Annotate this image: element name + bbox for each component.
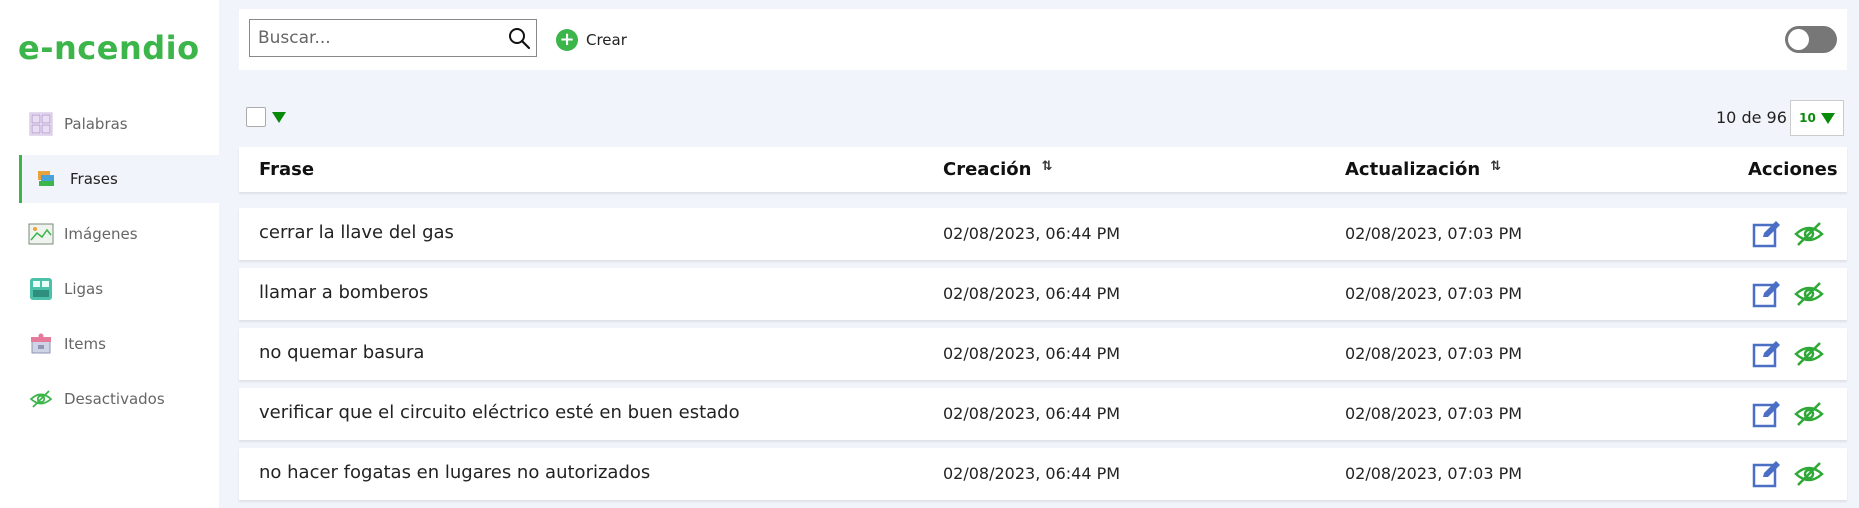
sidebar: e-ncendio Palabras Frases Imágenes Ligas… <box>0 0 219 508</box>
cell-actualizacion: 02/08/2023, 07:03 PM <box>1345 464 1523 483</box>
table-row[interactable]: verificar que el circuito eléctrico esté… <box>239 388 1847 440</box>
cell-frase: cerrar la llave del gas <box>259 222 454 243</box>
table-row[interactable]: llamar a bomberos 02/08/2023, 06:44 PM 0… <box>239 268 1847 320</box>
create-button-label: Crear <box>586 31 627 49</box>
sidebar-item-label: Items <box>64 335 106 353</box>
sidebar-item-imagenes[interactable]: Imágenes <box>19 210 219 258</box>
phrase-cards-icon <box>34 166 60 192</box>
column-label: Acciones <box>1748 159 1838 180</box>
cell-frase: no quemar basura <box>259 342 425 363</box>
cell-creacion: 02/08/2023, 06:44 PM <box>943 344 1121 363</box>
per-page-value: 10 <box>1799 111 1816 125</box>
create-button[interactable]: + Crear <box>556 28 627 52</box>
items-box-icon <box>28 331 54 357</box>
cell-frase: llamar a bomberos <box>259 282 429 303</box>
app-logo[interactable]: e-ncendio <box>18 26 200 70</box>
eye-slash-icon[interactable] <box>1794 460 1824 488</box>
eye-slash-icon <box>28 386 54 412</box>
column-header-actualizacion[interactable]: Actualización ⇅ <box>1345 159 1501 180</box>
column-header-creacion[interactable]: Creación ⇅ <box>943 159 1052 180</box>
table-row[interactable]: cerrar la llave del gas 02/08/2023, 06:4… <box>239 208 1847 260</box>
cell-actualizacion: 02/08/2023, 07:03 PM <box>1345 344 1523 363</box>
cell-actualizacion: 02/08/2023, 07:03 PM <box>1345 224 1523 243</box>
word-grid-icon <box>28 111 54 137</box>
sidebar-item-frases[interactable]: Frases <box>19 155 219 203</box>
eye-slash-icon[interactable] <box>1794 220 1824 248</box>
link-cards-icon <box>28 276 54 302</box>
pagination-summary: 10 de 96 <box>1716 108 1787 127</box>
sidebar-item-desactivados[interactable]: Desactivados <box>19 375 219 423</box>
eye-slash-icon[interactable] <box>1794 400 1824 428</box>
search-input[interactable] <box>250 20 502 56</box>
sort-icon[interactable]: ⇅ <box>1490 159 1501 174</box>
sidebar-item-palabras[interactable]: Palabras <box>19 100 219 148</box>
toolbar: + Crear <box>239 9 1847 70</box>
chevron-down-icon <box>1820 112 1835 124</box>
sort-icon[interactable]: ⇅ <box>1041 159 1052 174</box>
sidebar-item-label: Desactivados <box>64 390 165 408</box>
select-all-checkbox[interactable] <box>246 107 266 127</box>
sidebar-item-label: Imágenes <box>64 225 138 243</box>
edit-icon[interactable] <box>1752 339 1782 369</box>
column-header-acciones: Acciones <box>1748 159 1838 180</box>
edit-icon[interactable] <box>1752 399 1782 429</box>
plus-circle-icon: + <box>556 29 578 51</box>
column-header-frase: Frase <box>259 159 314 180</box>
eye-slash-icon[interactable] <box>1794 280 1824 308</box>
cell-creacion: 02/08/2023, 06:44 PM <box>943 464 1121 483</box>
select-options-dropdown-icon[interactable] <box>272 112 286 123</box>
edit-icon[interactable] <box>1752 279 1782 309</box>
sidebar-item-label: Palabras <box>64 115 128 133</box>
table-header: Frase Creación ⇅ Actualización ⇅ Accione… <box>239 147 1847 192</box>
search-box <box>249 19 537 57</box>
table-row[interactable]: no quemar basura 02/08/2023, 06:44 PM 02… <box>239 328 1847 380</box>
edit-icon[interactable] <box>1752 459 1782 489</box>
eye-slash-icon[interactable] <box>1794 340 1824 368</box>
sidebar-item-label: Ligas <box>64 280 104 298</box>
cell-frase: no hacer fogatas en lugares no autorizad… <box>259 462 651 483</box>
cell-actualizacion: 02/08/2023, 07:03 PM <box>1345 284 1523 303</box>
table-row[interactable]: no hacer fogatas en lugares no autorizad… <box>239 448 1847 500</box>
sidebar-item-label: Frases <box>70 170 118 188</box>
search-icon[interactable] <box>502 20 536 56</box>
column-label: Frase <box>259 159 315 180</box>
column-label: Actualización <box>1345 159 1481 180</box>
cell-frase: verificar que el circuito eléctrico esté… <box>259 402 740 423</box>
column-label: Creación <box>943 159 1032 180</box>
sidebar-item-items[interactable]: Items <box>19 320 219 368</box>
edit-icon[interactable] <box>1752 219 1782 249</box>
toggle-knob <box>1788 29 1809 50</box>
cell-actualizacion: 02/08/2023, 07:03 PM <box>1345 404 1523 423</box>
cell-creacion: 02/08/2023, 06:44 PM <box>943 224 1121 243</box>
cell-creacion: 02/08/2023, 06:44 PM <box>943 404 1121 423</box>
per-page-select[interactable]: 10 <box>1790 100 1844 136</box>
image-icon <box>28 221 54 247</box>
toggle-switch[interactable] <box>1785 26 1837 53</box>
sidebar-item-ligas[interactable]: Ligas <box>19 265 219 313</box>
logo-text: e-ncendio <box>18 29 200 67</box>
cell-creacion: 02/08/2023, 06:44 PM <box>943 284 1121 303</box>
